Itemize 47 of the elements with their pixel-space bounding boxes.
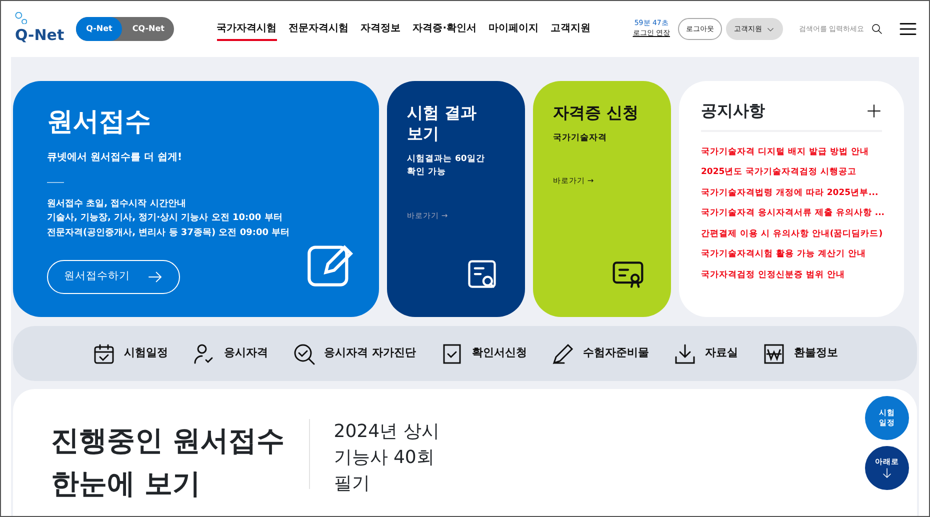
notice-link[interactable]: 국가기술자격법령 개정에 따라 2025년부...: [701, 188, 882, 198]
section-title: 한눈에 보기: [51, 466, 202, 502]
notice-link[interactable]: 국가기술자격 디지털 배지 발급 방법 안내: [701, 148, 882, 156]
search-icon: [870, 23, 883, 35]
card-subtitle: 큐넷에서 원서접수를 더 쉽게!: [47, 151, 184, 165]
nav-link-item[interactable]: 마이페이지: [488, 18, 539, 40]
site-tab[interactable]: Q-Net: [76, 17, 122, 41]
card-title: 자격증 신청: [553, 103, 640, 124]
notice-link[interactable]: 간편결제 이용 시 유의사항 안내(꿈디딤카드): [701, 230, 882, 238]
search-check-icon: [292, 342, 316, 366]
card-title: 원서접수: [47, 106, 152, 139]
nav-link-item[interactable]: 자격정보: [360, 18, 401, 40]
card-title: 시험 결과 보기: [407, 103, 478, 145]
site-tab[interactable]: CQ-Net: [122, 17, 174, 41]
pencil-icon: [550, 342, 575, 366]
section-title: 진행중인 원서접수: [51, 423, 285, 459]
card-description: 국가기술자격: [553, 132, 608, 145]
notice-link[interactable]: 국가기술자격 응시자격서류 제출 유의사항 ...: [701, 209, 882, 218]
logo-circles-icon: [15, 12, 27, 24]
quick-link[interactable]: 응시자격 자가진단: [292, 342, 416, 366]
download-icon: [672, 342, 697, 366]
nav-link-item[interactable]: 국가자격시험: [216, 18, 277, 40]
logo[interactable]: Q-Net: [15, 24, 64, 46]
quick-link[interactable]: 자료실: [672, 342, 738, 366]
notice-line: 전문자격(공인중개사, 변리사 등 37종목) 오전 09:00 부터: [47, 226, 291, 240]
notice-line: 원서접수 초일, 접수시작 시간안내: [47, 198, 187, 211]
document-search-icon: [465, 257, 499, 291]
notice-link[interactable]: 국가기술자격시험 활용 가능 계산기 안내: [701, 250, 882, 259]
notice-link[interactable]: 국가자격검정 인정신분증 범위 안내: [701, 270, 882, 280]
notice-line: 기술사, 기능장, 기사, 정기·상시 기능사 오전 10:00 부터: [47, 212, 284, 226]
nav-link-item[interactable]: 전문자격시험: [288, 18, 349, 40]
quick-link[interactable]: 환불정보: [762, 342, 838, 366]
arrow-down-icon: [881, 466, 893, 479]
nav-link-item[interactable]: 고객지원: [550, 18, 591, 40]
menu-icon[interactable]: [898, 20, 917, 38]
quick-link[interactable]: 시험일정: [92, 342, 168, 366]
quick-link[interactable]: 수험자준비물: [550, 342, 649, 366]
card-description: 시험결과는 60일간 확인 가능: [407, 152, 486, 180]
card-title: 공지사항: [701, 101, 765, 122]
calendar-check-icon: [92, 342, 116, 366]
apply-button[interactable]: 원서접수하기: [47, 260, 180, 294]
quick-link[interactable]: 응시자격: [192, 342, 268, 366]
quick-link[interactable]: 확인서신청: [440, 342, 527, 366]
plus-icon[interactable]: [866, 103, 882, 120]
won-icon: [762, 342, 786, 366]
notice-link[interactable]: 2025년도 국가기술자격검정 시행공고: [701, 168, 882, 177]
nav-link-item[interactable]: 자격증·확인서: [412, 18, 477, 40]
